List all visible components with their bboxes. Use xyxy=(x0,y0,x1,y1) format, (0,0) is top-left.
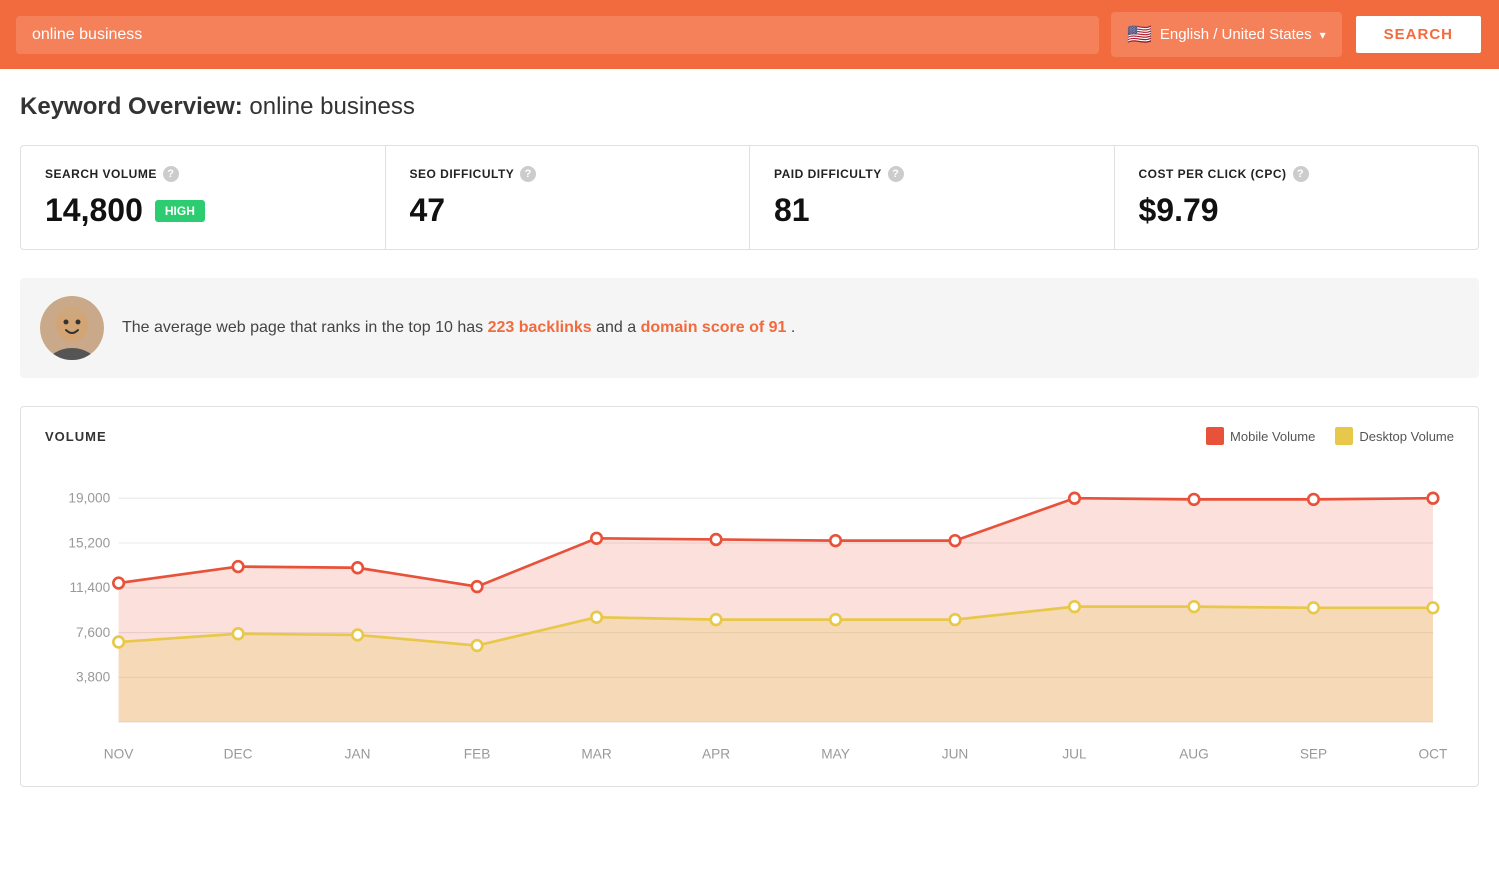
mobile-volume-legend-label: Mobile Volume xyxy=(1230,429,1315,444)
chart-legend: Mobile Volume Desktop Volume xyxy=(1206,427,1454,445)
search-field-wrap[interactable] xyxy=(16,16,1099,54)
svg-text:MAY: MAY xyxy=(821,746,850,761)
mobile-volume-legend: Mobile Volume xyxy=(1206,427,1315,445)
stat-card-search-volume: SEARCH VOLUME ? 14,800 HIGH xyxy=(21,146,386,249)
svg-text:MAR: MAR xyxy=(581,746,611,761)
svg-text:15,200: 15,200 xyxy=(68,535,110,550)
svg-text:JUL: JUL xyxy=(1062,746,1087,761)
svg-text:7,600: 7,600 xyxy=(76,625,110,640)
cpc-help-icon[interactable]: ? xyxy=(1293,166,1309,182)
svg-text:DEC: DEC xyxy=(224,746,253,761)
search-volume-value: 14,800 HIGH xyxy=(45,192,361,229)
stat-card-cpc: COST PER CLICK (CPC) ? $9.79 xyxy=(1115,146,1479,249)
desktop-volume-legend-label: Desktop Volume xyxy=(1359,429,1454,444)
search-button[interactable]: Search xyxy=(1354,14,1483,55)
chart-header: VOLUME Mobile Volume Desktop Volume xyxy=(45,427,1454,445)
cpc-value: $9.79 xyxy=(1139,192,1455,229)
search-volume-label: SEARCH VOLUME ? xyxy=(45,166,361,182)
svg-text:SEP: SEP xyxy=(1300,746,1327,761)
page-title-prefix: Keyword Overview: xyxy=(20,93,243,120)
stat-cards: SEARCH VOLUME ? 14,800 HIGH SEO DIFFICUL… xyxy=(20,145,1479,250)
stat-card-paid-difficulty: PAID DIFFICULTY ? 81 xyxy=(750,146,1115,249)
chevron-down-icon: ▾ xyxy=(1320,28,1326,42)
seo-difficulty-label: SEO DIFFICULTY ? xyxy=(410,166,726,182)
svg-text:11,400: 11,400 xyxy=(69,580,110,595)
svg-text:JUN: JUN xyxy=(942,746,969,761)
chart-title: VOLUME xyxy=(45,429,107,444)
page-title: Keyword Overview: online business xyxy=(20,93,1479,121)
chart-wrapper: 3,800 7,600 11,400 15,200 19,000 NOV DEC JAN FEB… xyxy=(45,465,1454,770)
header: 🇺🇸 English / United States ▾ Search xyxy=(0,0,1499,69)
info-text: The average web page that ranks in the t… xyxy=(122,316,795,340)
info-bar: The average web page that ranks in the t… xyxy=(20,278,1479,378)
svg-text:NOV: NOV xyxy=(104,746,134,761)
flag-icon: 🇺🇸 xyxy=(1127,22,1152,47)
paid-difficulty-label: PAID DIFFICULTY ? xyxy=(774,166,1090,182)
language-selector[interactable]: 🇺🇸 English / United States ▾ xyxy=(1111,12,1342,57)
desktop-volume-legend: Desktop Volume xyxy=(1335,427,1454,445)
page-content: Keyword Overview: online business SEARCH… xyxy=(0,69,1499,811)
seo-difficulty-help-icon[interactable]: ? xyxy=(520,166,536,182)
avatar xyxy=(40,296,104,360)
domain-score-highlight: domain score of 91 xyxy=(641,319,787,336)
svg-text:JAN: JAN xyxy=(345,746,371,761)
paid-difficulty-help-icon[interactable]: ? xyxy=(888,166,904,182)
mobile-volume-legend-box xyxy=(1206,427,1224,445)
cpc-label: COST PER CLICK (CPC) ? xyxy=(1139,166,1455,182)
search-input[interactable] xyxy=(32,26,1083,44)
svg-text:AUG: AUG xyxy=(1179,746,1209,761)
backlinks-highlight: 223 backlinks xyxy=(488,319,592,336)
svg-text:19,000: 19,000 xyxy=(68,490,110,505)
svg-text:OCT: OCT xyxy=(1419,746,1448,761)
paid-difficulty-value: 81 xyxy=(774,192,1090,229)
seo-difficulty-value: 47 xyxy=(410,192,726,229)
search-volume-help-icon[interactable]: ? xyxy=(163,166,179,182)
language-label: English / United States xyxy=(1160,26,1312,43)
svg-text:FEB: FEB xyxy=(464,746,491,761)
stat-card-seo-difficulty: SEO DIFFICULTY ? 47 xyxy=(386,146,751,249)
volume-chart: 3,800 7,600 11,400 15,200 19,000 NOV DEC JAN FEB… xyxy=(45,465,1454,765)
high-badge: HIGH xyxy=(155,200,205,222)
avatar-image xyxy=(40,296,104,360)
svg-text:APR: APR xyxy=(702,746,730,761)
page-title-keyword: online business xyxy=(249,93,414,120)
svg-text:3,800: 3,800 xyxy=(76,670,110,685)
desktop-volume-legend-box xyxy=(1335,427,1353,445)
chart-section: VOLUME Mobile Volume Desktop Volume 3,80… xyxy=(20,406,1479,787)
